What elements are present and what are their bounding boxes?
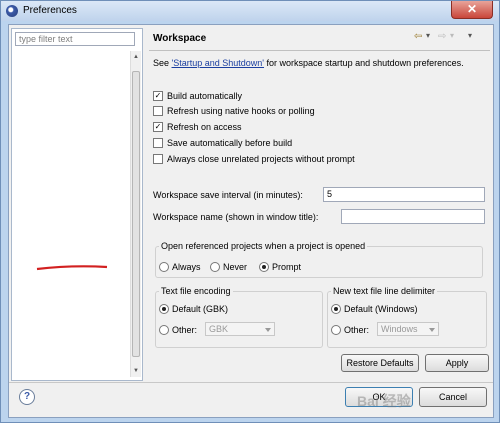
select-value: Windows (381, 324, 418, 334)
window-title: Preferences (23, 5, 77, 16)
encoding-select[interactable]: GBK (205, 322, 275, 336)
checkbox-box[interactable]: ✓ (153, 121, 163, 132)
encoding-default-radio[interactable]: Default (GBK) (159, 303, 228, 315)
workspace-name-label: Workspace name (shown in window title): (153, 212, 319, 222)
delimiter-other-radio[interactable]: Other: (331, 324, 369, 336)
workspace-page: Workspace ⇦ ▾ ⇨ ▾ ▾ See 'Startup and Shu… (149, 28, 490, 379)
radio-label: Default (GBK) (172, 304, 229, 314)
checkbox-label: Save automatically before build (167, 138, 293, 148)
refresh-on-access-checkbox[interactable]: ✓ Refresh on access (153, 121, 242, 133)
forward-arrow-icon[interactable]: ⇨ (438, 31, 446, 42)
title-bar[interactable]: Preferences ✕ (1, 1, 499, 21)
checkbox-label: Refresh using native hooks or polling (167, 106, 315, 116)
radio-label: Other: (172, 325, 198, 335)
save-interval-label: Workspace save interval (in minutes): (153, 190, 303, 200)
checkbox-box[interactable] (153, 153, 163, 164)
checkbox-box[interactable]: ✓ (153, 90, 163, 101)
tree-scrollbar[interactable]: ▲ ▼ (130, 51, 141, 377)
open-never-radio[interactable]: Never (210, 261, 247, 273)
radio-circle[interactable] (331, 303, 341, 314)
radio-circle[interactable] (159, 324, 169, 335)
dropdown-arrow-icon (429, 328, 435, 332)
save-before-build-checkbox[interactable]: Save automatically before build (153, 137, 292, 149)
delimiter-group (327, 291, 487, 348)
scroll-thumb[interactable] (132, 71, 140, 357)
checkbox-box[interactable] (153, 137, 163, 148)
close-unrelated-projects-checkbox[interactable]: Always close unrelated projects without … (153, 153, 355, 165)
dropdown-arrow-icon (265, 328, 271, 332)
page-title: Workspace (153, 33, 207, 44)
refresh-native-hooks-checkbox[interactable]: Refresh using native hooks or polling (153, 105, 315, 117)
open-always-radio[interactable]: Always (159, 261, 201, 273)
radio-circle[interactable] (210, 261, 220, 272)
view-menu-icon[interactable]: ▾ (468, 31, 472, 40)
checkbox-label: Build automatically (167, 91, 243, 101)
radio-label: Other: (344, 325, 370, 335)
cancel-button[interactable]: Cancel (419, 387, 487, 407)
preferences-window: Preferences ✕ type filter text GeneralAp… (0, 0, 500, 423)
watermark: Bai 经验 (357, 393, 411, 409)
radio-circle[interactable] (159, 261, 169, 272)
filter-input[interactable]: type filter text (15, 32, 135, 46)
footer-separator (9, 382, 493, 383)
dialog-body: type filter text GeneralAppearanceCompar… (8, 24, 494, 418)
build-automatically-checkbox[interactable]: ✓ Build automatically (153, 90, 242, 102)
page-nav: ⇦ ▾ ⇨ ▾ ▾ (414, 31, 484, 45)
radio-label: Prompt (272, 262, 302, 272)
restore-defaults-button[interactable]: Restore Defaults (341, 354, 419, 372)
radio-label: Never (223, 262, 248, 272)
scroll-up-icon[interactable]: ▲ (132, 53, 140, 61)
select-value: GBK (209, 324, 229, 334)
close-button[interactable]: ✕ (451, 1, 493, 19)
header-separator (149, 50, 490, 51)
back-menu-icon[interactable]: ▾ (426, 31, 430, 40)
note-suffix: for workspace startup and shutdown prefe… (264, 58, 464, 68)
preferences-tree-pane: type filter text GeneralAppearanceCompar… (11, 28, 143, 381)
startup-shutdown-link[interactable]: 'Startup and Shutdown' (172, 58, 265, 68)
encoding-group (155, 291, 323, 348)
open-prompt-radio[interactable]: Prompt (259, 261, 301, 273)
help-icon[interactable]: ? (19, 389, 35, 405)
forward-menu-icon[interactable]: ▾ (450, 31, 454, 40)
encoding-other-radio[interactable]: Other: (159, 324, 197, 336)
workspace-name-input[interactable] (341, 209, 485, 224)
radio-circle[interactable] (259, 261, 269, 272)
checkbox-box[interactable] (153, 105, 163, 116)
checkbox-label: Always close unrelated projects without … (167, 154, 355, 164)
preferences-tree: GeneralAppearanceCompare/PatchContent Ty… (12, 51, 130, 377)
note-prefix: See (153, 58, 172, 68)
encoding-title: Text file encoding (159, 286, 233, 296)
checkbox-label: Refresh on access (167, 122, 242, 132)
radio-circle[interactable] (331, 324, 341, 335)
eclipse-icon (6, 5, 18, 17)
delimiter-default-radio[interactable]: Default (Windows) (331, 303, 418, 315)
startup-shutdown-note: See 'Startup and Shutdown' for workspace… (153, 58, 464, 68)
back-arrow-icon[interactable]: ⇦ (414, 31, 422, 42)
radio-label: Default (Windows) (344, 304, 418, 314)
delimiter-select[interactable]: Windows (377, 322, 439, 336)
open-projects-title: Open referenced projects when a project … (159, 241, 368, 251)
delimiter-title: New text file line delimiter (331, 286, 438, 296)
radio-circle[interactable] (159, 303, 169, 314)
radio-label: Always (172, 262, 201, 272)
red-underline-annotation (36, 265, 108, 271)
apply-button[interactable]: Apply (425, 354, 489, 372)
save-interval-input[interactable]: 5 (323, 187, 485, 202)
scroll-down-icon[interactable]: ▼ (132, 367, 140, 375)
